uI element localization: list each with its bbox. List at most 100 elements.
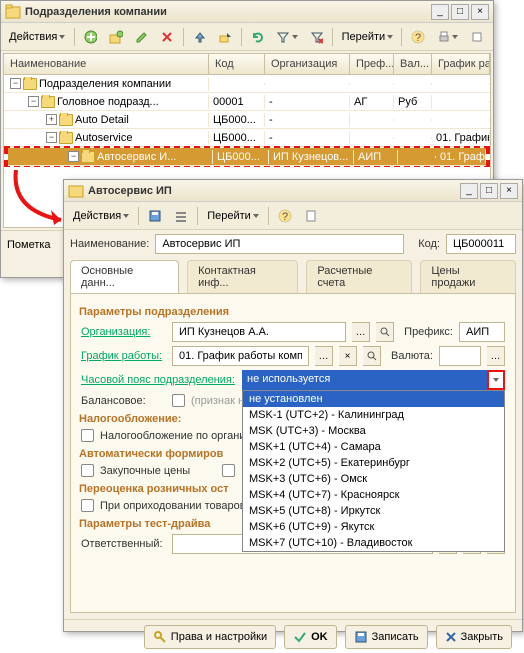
actions-menu[interactable]: Действия bbox=[5, 26, 70, 48]
filter-button[interactable] bbox=[271, 26, 302, 48]
prefix-field[interactable] bbox=[459, 322, 505, 342]
print-button[interactable] bbox=[432, 26, 463, 48]
extra-button[interactable] bbox=[465, 26, 489, 48]
row-sched bbox=[432, 101, 490, 103]
timezone-option[interactable]: MSK+2 (UTC+5) - Екатеринбург bbox=[243, 455, 504, 471]
timezone-dropdown-list[interactable]: не установленMSK-1 (UTC+2) - Калининград… bbox=[242, 390, 505, 552]
maximize-button[interactable]: □ bbox=[451, 4, 469, 20]
close-button[interactable]: × bbox=[471, 4, 489, 20]
timezone-option[interactable]: MSK+1 (UTC+4) - Самара bbox=[243, 439, 504, 455]
report-button[interactable] bbox=[299, 205, 323, 227]
ok-button[interactable]: OK bbox=[284, 625, 337, 649]
resp-label: Ответственный: bbox=[81, 538, 166, 550]
sched-clear-button[interactable]: × bbox=[339, 346, 357, 366]
sched-search-button[interactable] bbox=[363, 346, 381, 366]
col-sched[interactable]: График работ bbox=[432, 54, 490, 74]
code-field[interactable] bbox=[446, 234, 516, 254]
edit-button[interactable] bbox=[130, 26, 154, 48]
save-button[interactable]: Записать bbox=[345, 625, 428, 649]
expand-icon[interactable]: − bbox=[46, 132, 57, 143]
level-up-button[interactable] bbox=[188, 26, 212, 48]
col-val[interactable]: Вал... bbox=[394, 54, 432, 74]
row-val bbox=[394, 83, 432, 85]
timezone-field[interactable]: не используется bbox=[242, 370, 487, 390]
clear-filter-button[interactable] bbox=[305, 26, 329, 48]
org-link[interactable]: Организация: bbox=[81, 326, 166, 338]
timezone-option[interactable]: не установлен bbox=[243, 391, 504, 407]
table-row[interactable]: −AutoserviceЦБ000...-01. График ра bbox=[4, 129, 490, 147]
balance-checkbox[interactable] bbox=[172, 394, 185, 407]
tax-checkbox[interactable] bbox=[81, 429, 94, 442]
timezone-option[interactable]: MSK+3 (UTC+6) - Омск bbox=[243, 471, 504, 487]
timezone-option[interactable]: MSK-1 (UTC+2) - Калининград bbox=[243, 407, 504, 423]
row-sched bbox=[432, 83, 490, 85]
minimize-button[interactable]: _ bbox=[431, 4, 449, 20]
sched-field[interactable] bbox=[172, 346, 309, 366]
actions-menu[interactable]: Действия bbox=[68, 205, 134, 227]
row-org: - bbox=[265, 95, 350, 109]
expand-icon[interactable]: − bbox=[28, 96, 39, 107]
save-button[interactable] bbox=[143, 205, 167, 227]
timezone-option[interactable]: MSK+7 (UTC+10) - Владивосток bbox=[243, 535, 504, 551]
row-name: Auto Detail bbox=[75, 114, 129, 126]
table-row[interactable]: −Головное подразд...00001-АГРуб bbox=[4, 93, 490, 111]
tab-contact[interactable]: Контактная инф... bbox=[187, 260, 298, 293]
help-button[interactable]: ? bbox=[273, 205, 297, 227]
tabs: Основные данн... Контактная инф... Расче… bbox=[70, 260, 516, 293]
maximize-button[interactable]: □ bbox=[480, 183, 498, 199]
reprice-c1-label: При оприходовании товаров bbox=[100, 500, 246, 512]
minimize-button[interactable]: _ bbox=[460, 183, 478, 199]
auto-c1-checkbox[interactable] bbox=[81, 464, 94, 477]
prefix-label: Префикс: bbox=[404, 326, 453, 338]
org-search-button[interactable] bbox=[376, 322, 394, 342]
list-button[interactable] bbox=[169, 205, 193, 227]
delete-button[interactable] bbox=[155, 26, 179, 48]
col-pref[interactable]: Преф... bbox=[350, 54, 394, 74]
tab-main[interactable]: Основные данн... bbox=[70, 260, 179, 293]
row-pref bbox=[350, 137, 394, 139]
currency-field[interactable] bbox=[439, 346, 481, 366]
sched-link[interactable]: График работы: bbox=[81, 350, 166, 362]
move-button[interactable] bbox=[213, 26, 237, 48]
expand-icon[interactable]: + bbox=[46, 114, 57, 125]
goto-menu[interactable]: Перейти bbox=[337, 26, 397, 48]
sched-select-button[interactable]: … bbox=[315, 346, 333, 366]
expand-icon[interactable]: − bbox=[68, 151, 79, 162]
col-name[interactable]: Наименование bbox=[4, 54, 209, 74]
reprice-c1-checkbox[interactable] bbox=[81, 499, 94, 512]
close-button[interactable]: Закрыть bbox=[436, 625, 512, 649]
timezone-option[interactable]: MSK+5 (UTC+8) - Иркутск bbox=[243, 503, 504, 519]
table-row[interactable]: −Подразделения компании bbox=[4, 75, 490, 93]
row-name: Autoservice bbox=[75, 132, 132, 144]
tab-prices[interactable]: Цены продажи bbox=[420, 260, 516, 293]
col-code[interactable]: Код bbox=[209, 54, 265, 74]
close-button[interactable]: × bbox=[500, 183, 518, 199]
expand-icon[interactable]: − bbox=[10, 78, 21, 89]
help-button[interactable]: ? bbox=[406, 26, 430, 48]
auto-c2-checkbox[interactable] bbox=[222, 464, 235, 477]
org-field[interactable] bbox=[172, 322, 346, 342]
row-org: ИП Кузнецов... bbox=[269, 150, 354, 164]
table-row[interactable]: −Автосервис И...ЦБ000...ИП Кузнецов...АИ… bbox=[8, 148, 486, 166]
timezone-option[interactable]: MSK+6 (UTC+9) - Якутск bbox=[243, 519, 504, 535]
currency-select-button[interactable]: … bbox=[487, 346, 505, 366]
timezone-option[interactable]: MSK+4 (UTC+7) - Красноярск bbox=[243, 487, 504, 503]
goto-menu[interactable]: Перейти bbox=[202, 205, 264, 227]
name-field[interactable] bbox=[155, 234, 404, 254]
table-row[interactable]: +Auto DetailЦБ000...- bbox=[4, 111, 490, 129]
add-button[interactable] bbox=[79, 26, 103, 48]
org-select-button[interactable]: … bbox=[352, 322, 370, 342]
window-title: Подразделения компании bbox=[25, 6, 429, 18]
tab-accounts[interactable]: Расчетные счета bbox=[306, 260, 412, 293]
rights-button[interactable]: Права и настройки bbox=[144, 625, 276, 649]
col-org[interactable]: Организация bbox=[265, 54, 350, 74]
timezone-option[interactable]: MSK (UTC+3) - Москва bbox=[243, 423, 504, 439]
timezone-dropdown-button[interactable] bbox=[487, 370, 505, 390]
footer: Права и настройки OK Записать Закрыть bbox=[64, 619, 522, 653]
row-code bbox=[209, 83, 265, 85]
pometka-label: Пометка bbox=[7, 239, 51, 251]
refresh-button[interactable] bbox=[246, 26, 270, 48]
row-name: Головное подразд... bbox=[57, 96, 159, 108]
timezone-label[interactable]: Часовой пояс подразделения: bbox=[81, 374, 236, 386]
add-folder-button[interactable] bbox=[104, 26, 128, 48]
